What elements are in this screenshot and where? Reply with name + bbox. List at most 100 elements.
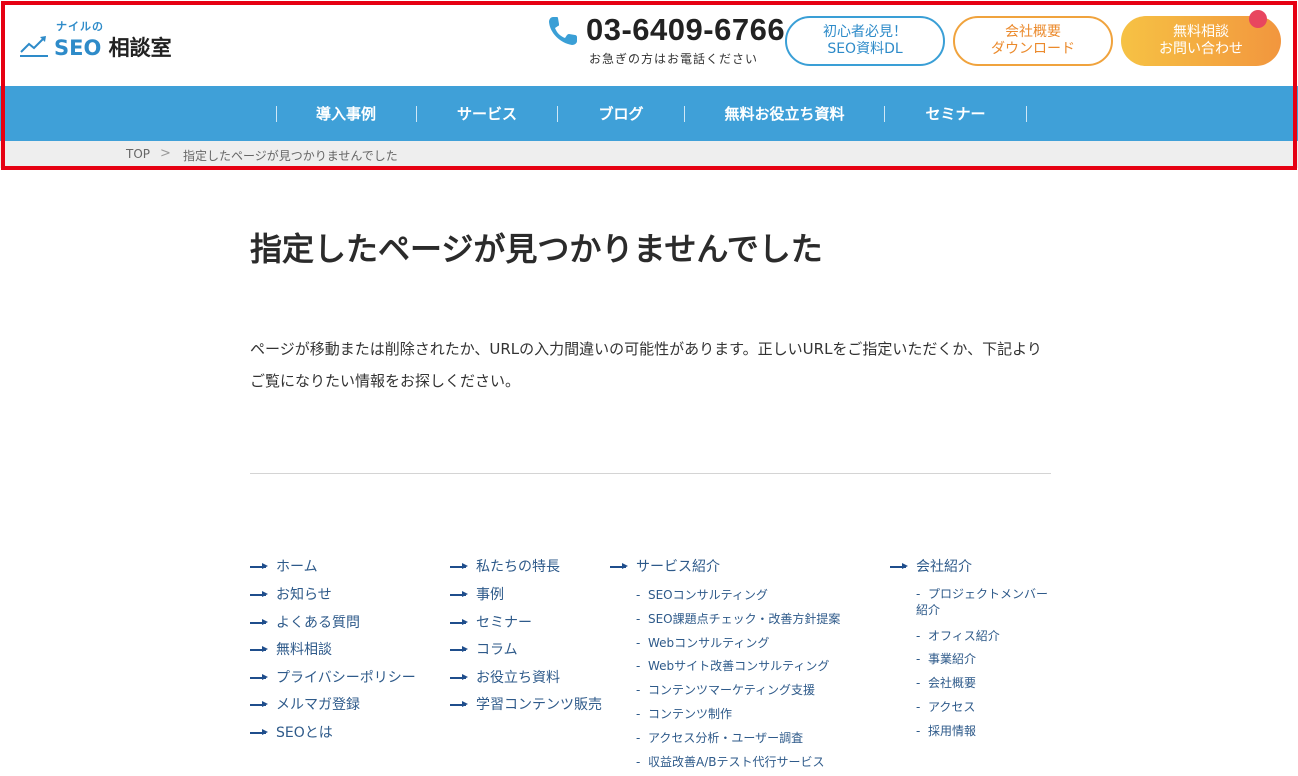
footer-link-faq[interactable]: よくある質問: [250, 612, 360, 632]
arrow-right-icon: [450, 673, 468, 681]
footer-sublink-recruit[interactable]: - 採用情報: [916, 722, 976, 739]
sub-prefix: -: [916, 700, 921, 714]
breadcrumb-current: 指定したページが見つかりませんでした: [183, 149, 398, 163]
sublink-label: 事業紹介: [927, 652, 976, 666]
btn-company-line1: 会社概要: [1005, 24, 1061, 40]
arrow-right-icon: [450, 562, 468, 570]
footer-link-news[interactable]: お知らせ: [250, 584, 332, 604]
footer-link-resources[interactable]: お役立ち資料: [450, 667, 560, 687]
nav-item-seminar[interactable]: セミナー: [885, 86, 1026, 141]
notification-dot: [1249, 10, 1267, 28]
arrow-right-icon: [250, 618, 268, 626]
sublink-label: Webコンサルティング: [647, 636, 770, 650]
page: ナイルの SEO 相談室 03-6409-6766 お急ぎの方はお電話ください …: [0, 0, 1298, 776]
sublink-label: アクセス分析・ユーザー調査: [647, 731, 804, 745]
footer-link-services[interactable]: サービス紹介: [610, 556, 720, 576]
footer-sublink-content-production[interactable]: - コンテンツ制作: [636, 705, 732, 722]
nav-item-case-studies[interactable]: 導入事例: [277, 86, 415, 141]
arrow-right-icon: [450, 590, 468, 598]
sub-prefix: -: [916, 587, 921, 601]
btn-company-line2: ダウンロード: [991, 41, 1075, 57]
sub-prefix: -: [636, 683, 641, 697]
sub-prefix: -: [916, 676, 921, 690]
page-title: 指定したページが見つかりませんでした: [250, 230, 823, 268]
footer-link-label: プライバシーポリシー: [276, 670, 416, 686]
footer-sublink-ab-testing[interactable]: - 収益改善A/Bテスト代行サービス: [636, 753, 824, 770]
sub-prefix: -: [636, 731, 641, 745]
free-consultation-button[interactable]: 無料相談 お問い合わせ: [1121, 10, 1281, 66]
sublink-label: Webサイト改善コンサルティング: [647, 659, 830, 673]
btn-dl-line2: SEO資料DL: [827, 41, 903, 57]
arrow-right-icon: [250, 728, 268, 736]
footer-link-features[interactable]: 私たちの特長: [450, 556, 560, 576]
logo-text: SEO 相談室: [54, 32, 172, 62]
phone-contact[interactable]: 03-6409-6766 お急ぎの方はお電話ください: [546, 12, 785, 70]
footer-sublink-site-improvement[interactable]: - Webサイト改善コンサルティング: [636, 657, 829, 674]
footer-link-label: お役立ち資料: [476, 670, 560, 686]
footer-sublink-seo-check[interactable]: - SEO課題点チェック・改善方針提案: [636, 610, 840, 627]
sublink-label: オフィス紹介: [927, 629, 1000, 643]
footer-sublink-company-overview[interactable]: - 会社概要: [916, 674, 976, 691]
sublink-label: プロジェクトメンバー紹介: [916, 587, 1048, 617]
footer-sublink-content-marketing[interactable]: - コンテンツマーケティング支援: [636, 681, 815, 698]
sub-prefix: -: [636, 755, 641, 769]
trend-chart-icon: [20, 36, 48, 57]
sublink-label: 会社概要: [927, 676, 976, 690]
footer-sublink-seo-consulting[interactable]: - SEOコンサルティング: [636, 586, 768, 603]
not-found-message: ページが移動または削除されたか、URLの入力間違いの可能性があります。正しいUR…: [250, 340, 1042, 390]
footer-sublink-office[interactable]: - オフィス紹介: [916, 627, 1000, 644]
sub-prefix: -: [636, 588, 641, 602]
footer-link-home[interactable]: ホーム: [250, 556, 318, 576]
footer-sublink-web-consulting[interactable]: - Webコンサルティング: [636, 634, 769, 651]
footer-link-label: 無料相談: [276, 642, 332, 658]
footer-link-what-is-seo[interactable]: SEOとは: [250, 722, 333, 742]
footer-link-consultation[interactable]: 無料相談: [250, 639, 332, 659]
btn-contact-line2: お問い合わせ: [1159, 41, 1243, 57]
sublink-label: アクセス: [927, 700, 976, 714]
site-logo[interactable]: ナイルの SEO 相談室: [20, 18, 172, 64]
footer-link-label: 事例: [476, 587, 504, 603]
footer-link-learning-content[interactable]: 学習コンテンツ販売: [450, 694, 602, 714]
arrow-right-icon: [450, 645, 468, 653]
footer-sublink-business[interactable]: - 事業紹介: [916, 650, 976, 667]
sublink-label: コンテンツ制作: [647, 707, 732, 721]
footer-link-company[interactable]: 会社紹介: [890, 556, 972, 576]
footer-sublink-access[interactable]: - アクセス: [916, 698, 975, 715]
divider: [250, 473, 1051, 474]
sublink-label: 収益改善A/Bテスト代行サービス: [647, 755, 825, 769]
footer-link-label: コラム: [476, 642, 518, 658]
nav-item-services[interactable]: サービス: [417, 86, 557, 141]
arrow-right-icon: [610, 562, 628, 570]
footer-link-cases[interactable]: 事例: [450, 584, 504, 604]
breadcrumb-top-link[interactable]: TOP: [126, 147, 150, 161]
nav-separator: [1026, 106, 1027, 122]
footer-sublink-members[interactable]: - プロジェクトメンバー紹介: [916, 586, 1056, 618]
footer-link-privacy[interactable]: プライバシーポリシー: [250, 667, 416, 687]
footer-link-column[interactable]: コラム: [450, 639, 518, 659]
nav-item-blog[interactable]: ブログ: [558, 86, 684, 141]
arrow-right-icon: [890, 562, 908, 570]
phone-icon: [549, 17, 577, 45]
nav-item-resources[interactable]: 無料お役立ち資料: [685, 86, 884, 141]
arrow-right-icon: [250, 673, 268, 681]
phone-note: お急ぎの方はお電話ください: [589, 52, 759, 66]
arrow-right-icon: [450, 618, 468, 626]
footer-link-label: 学習コンテンツ販売: [476, 697, 602, 713]
site-header: ナイルの SEO 相談室 03-6409-6766 お急ぎの方はお電話ください …: [0, 0, 1298, 86]
seo-material-download-button[interactable]: 初心者必見！ SEO資料DL: [785, 16, 945, 66]
sublink-label: SEOコンサルティング: [647, 588, 768, 602]
arrow-right-icon: [450, 700, 468, 708]
footer-link-label: ホーム: [276, 559, 318, 575]
phone-number[interactable]: 03-6409-6766: [586, 12, 785, 48]
footer-sublink-analytics[interactable]: - アクセス分析・ユーザー調査: [636, 729, 803, 746]
footer-link-newsletter[interactable]: メルマガ登録: [250, 694, 360, 714]
footer-link-seminar[interactable]: セミナー: [450, 612, 532, 632]
sublink-label: 採用情報: [927, 724, 976, 738]
footer-link-label: よくある質問: [276, 615, 360, 631]
company-overview-download-button[interactable]: 会社概要 ダウンロード: [953, 16, 1113, 66]
global-nav: 導入事例 サービス ブログ 無料お役立ち資料 セミナー: [0, 86, 1298, 141]
footer-link-label: 会社紹介: [916, 559, 972, 575]
logo-name: 相談室: [108, 36, 172, 60]
footer-link-label: サービス紹介: [636, 559, 720, 575]
logo-seo: SEO: [54, 36, 102, 60]
